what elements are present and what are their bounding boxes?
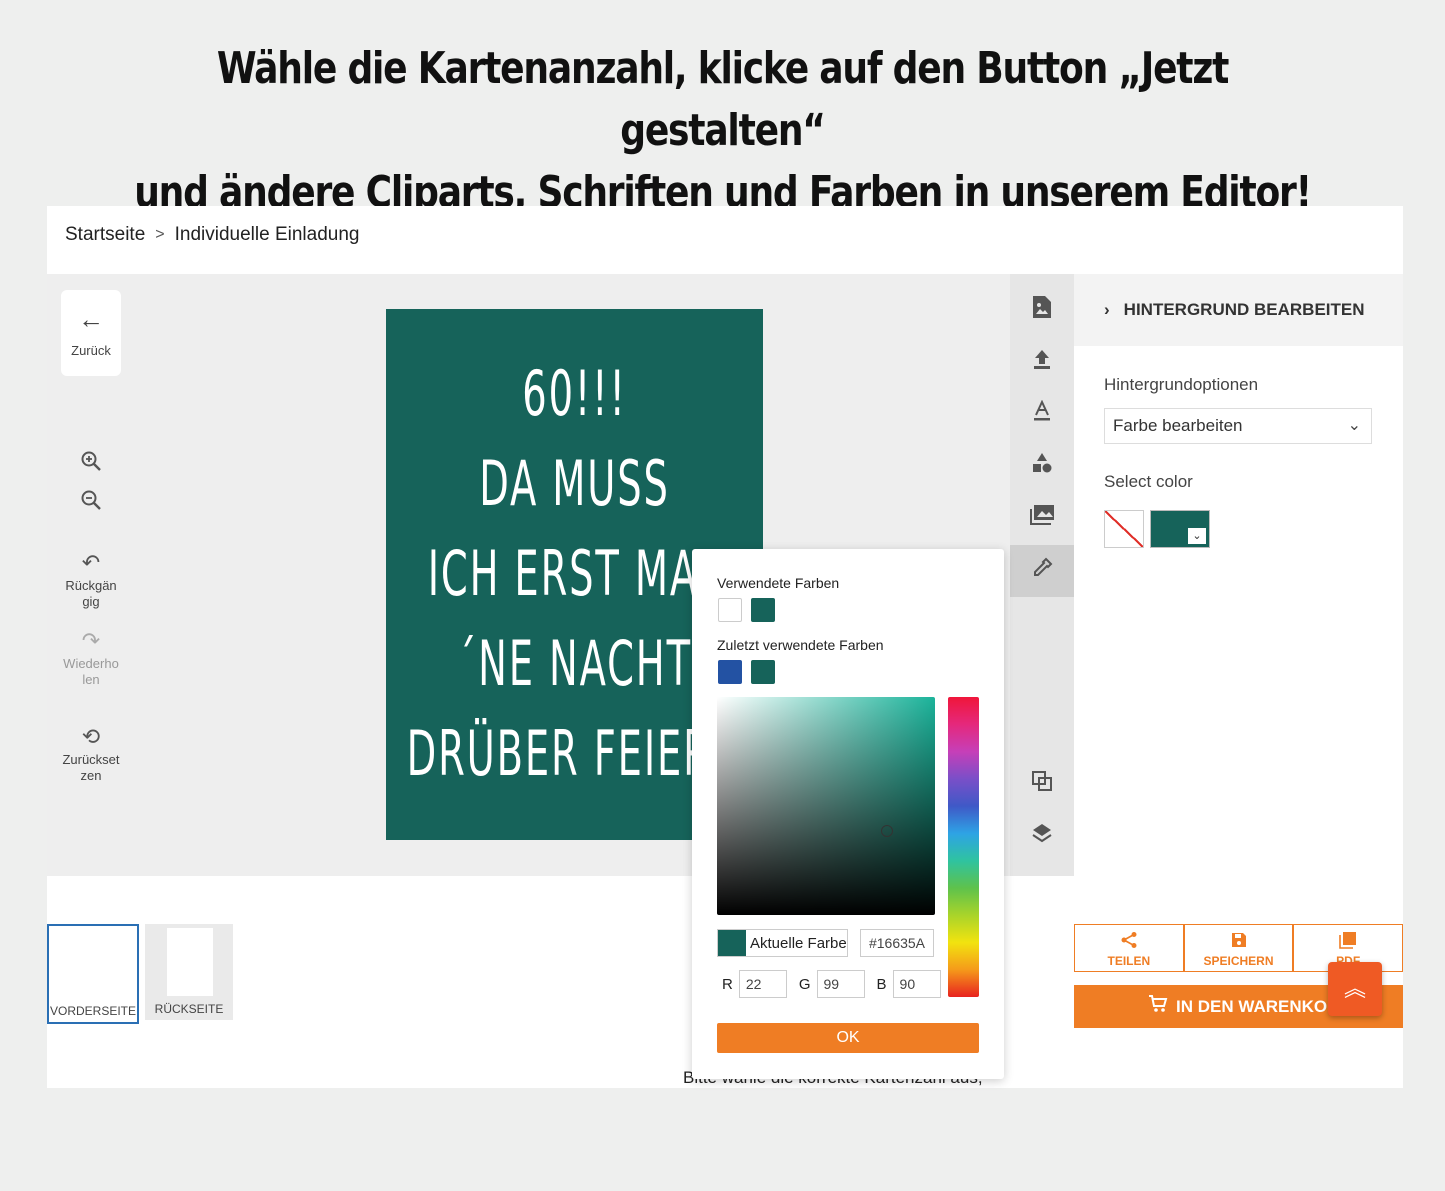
save-label: SPEICHERN	[1203, 954, 1274, 968]
page-label-back: RÜCKSEITE	[154, 1002, 224, 1016]
chevron-right-icon: ›	[1104, 300, 1110, 319]
arrow-left-icon: ←	[78, 304, 104, 334]
used-colors-title: Verwendete Farben	[717, 575, 840, 591]
current-color-chip	[718, 930, 746, 956]
saturation-area[interactable]	[717, 697, 935, 915]
share-label: TEILEN	[1107, 954, 1151, 968]
b-label: B	[876, 975, 887, 993]
template-button[interactable]	[1010, 284, 1074, 336]
color-picker-popover: Verwendete Farben Zuletzt verwendete Far…	[692, 549, 1004, 1079]
layers-icon	[1031, 822, 1053, 851]
saturation-cursor[interactable]	[881, 825, 893, 837]
gallery-icon	[1029, 504, 1055, 533]
chevron-down-icon: ⌄	[1347, 417, 1361, 434]
current-color-swatch[interactable]: ⌄	[1150, 510, 1210, 548]
undo-icon: ↶	[81, 550, 101, 575]
zoom-in-icon	[61, 450, 121, 476]
image-file-icon	[1031, 295, 1053, 326]
page-preview	[167, 928, 213, 996]
pdf-icon	[1294, 931, 1402, 952]
r-label: R	[722, 975, 733, 993]
page-thumb-back[interactable]: RÜCKSEITE	[145, 924, 233, 1020]
copy-icon	[1031, 770, 1053, 799]
select-color-label: Select color	[1104, 472, 1193, 491]
ok-button[interactable]: OK	[717, 1023, 979, 1053]
background-options-label: Hintergrundoptionen	[1104, 375, 1259, 394]
reset-label: Zurücksetzen	[62, 752, 120, 783]
back-button[interactable]: ← Zurück	[61, 290, 121, 376]
current-color-display: Aktuelle Farbe	[717, 929, 848, 957]
text-button[interactable]	[1010, 388, 1074, 440]
redo-icon: ↷	[81, 628, 101, 653]
panel-title: HINTERGRUND BEARBEITEN	[1123, 300, 1365, 319]
refresh-icon: ⟲	[81, 724, 101, 749]
recent-color-blue[interactable]	[718, 660, 742, 684]
headline-line-1: Wähle die Kartenanzahl, klicke auf den B…	[216, 43, 1229, 156]
editor-toolbar	[1010, 274, 1074, 876]
redo-button[interactable]: ↷ Wiederholen	[61, 630, 121, 688]
upload-button[interactable]	[1010, 336, 1074, 388]
scroll-to-top-button[interactable]: ︽	[1328, 962, 1382, 1016]
shapes-icon	[1031, 452, 1053, 481]
zoom-out-icon	[61, 489, 121, 515]
r-input[interactable]: 22	[738, 970, 787, 998]
save-icon	[1185, 931, 1293, 952]
page-label-front: VORDERSEITE	[49, 1004, 136, 1018]
hex-input[interactable]: #16635A	[860, 929, 934, 957]
cart-icon	[1148, 995, 1168, 1018]
double-chevron-up-icon: ︽	[1343, 976, 1366, 1001]
select-value: Farbe bearbeiten	[1113, 416, 1243, 435]
no-color-swatch[interactable]	[1104, 510, 1144, 548]
background-panel: › HINTERGRUND BEARBEITEN Hintergrundopti…	[1074, 274, 1403, 876]
undo-button[interactable]: ↶ Rückgängig	[61, 552, 121, 610]
breadcrumb-home[interactable]: Startseite	[65, 224, 145, 246]
b-input[interactable]: 90	[892, 970, 941, 998]
layers-button[interactable]	[1010, 810, 1074, 862]
background-option-select[interactable]: Farbe bearbeiten ⌄	[1104, 408, 1372, 444]
page-thumb-front[interactable]: VORDERSEITE	[47, 924, 139, 1024]
text-icon	[1032, 399, 1052, 429]
card-line-2: DA MUSS	[479, 447, 670, 520]
chevron-down-icon: ⌄	[1188, 528, 1206, 544]
undo-label: Rückgängig	[65, 578, 117, 609]
duplicate-button[interactable]	[1010, 758, 1074, 810]
recent-colors-title: Zuletzt verwendete Farben	[717, 637, 884, 653]
g-label: G	[798, 975, 811, 993]
page-headline: Wähle die Kartenanzahl, klicke auf den B…	[130, 38, 1315, 224]
eyedropper-icon	[1031, 557, 1053, 586]
redo-label: Wiederholen	[63, 656, 119, 687]
card-text[interactable]: 60!!! DA MUSS ICH ERST MAL ´NE NACHT DRÜ…	[407, 349, 741, 799]
recent-color-green[interactable]	[751, 660, 775, 684]
back-label: Zurück	[71, 343, 111, 358]
save-button[interactable]: SPEICHERN	[1183, 924, 1294, 972]
cart-label: IN DEN WARENKORB	[1176, 996, 1352, 1016]
page-preview	[71, 930, 117, 998]
used-color-green[interactable]	[751, 598, 775, 622]
hue-slider[interactable]	[948, 697, 979, 997]
rgb-inputs: R 22 G 99 B 90	[722, 970, 947, 998]
zoom-in-button[interactable]	[61, 450, 121, 480]
images-button[interactable]	[1010, 492, 1074, 544]
share-icon	[1075, 931, 1183, 952]
current-color-label: Aktuelle Farbe	[750, 934, 847, 952]
used-color-white[interactable]	[718, 598, 742, 622]
panel-header[interactable]: › HINTERGRUND BEARBEITEN	[1074, 274, 1403, 346]
background-color-button[interactable]	[1010, 545, 1074, 597]
breadcrumb-separator: >	[155, 226, 165, 243]
current-color-row: Aktuelle Farbe #16635A	[717, 929, 934, 957]
share-button[interactable]: TEILEN	[1074, 924, 1184, 972]
breadcrumb: Startseite > Individuelle Einladung	[65, 224, 359, 246]
breadcrumb-current: Individuelle Einladung	[174, 224, 360, 245]
zoom-out-button[interactable]	[61, 489, 121, 519]
shapes-button[interactable]	[1010, 440, 1074, 492]
reset-button[interactable]: ⟲ Zurücksetzen	[61, 726, 121, 784]
card-line-1: 60!!!	[522, 357, 627, 430]
upload-icon	[1032, 348, 1052, 377]
g-input[interactable]: 99	[816, 970, 865, 998]
